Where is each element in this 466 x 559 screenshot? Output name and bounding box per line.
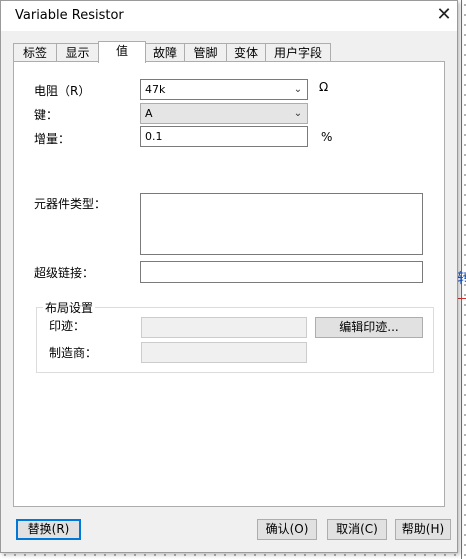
close-icon[interactable]: ✕ [433, 4, 455, 26]
title-bar: Variable Resistor ✕ [1, 1, 457, 31]
layout-settings-title: 布局设置 [43, 299, 96, 316]
key-combobox[interactable]: A ⌄ [140, 103, 308, 124]
value-tab-panel: 电阻（R） 47k ⌄ Ω 键： A ⌄ 增量： 0.1 % 元器件类型： 超级… [13, 61, 445, 507]
cancel-button[interactable]: 取消(C) [327, 519, 387, 540]
resistance-label: 电阻（R） [34, 84, 91, 98]
window-title: Variable Resistor [15, 8, 124, 23]
variable-resistor-dialog: Variable Resistor ✕ 标签 显示 值 故障 管脚 变体 用户字… [0, 0, 458, 553]
resistance-unit: Ω [319, 80, 329, 94]
tab-label[interactable]: 标签 [13, 43, 57, 61]
hyperlink-input[interactable] [140, 261, 423, 283]
tab-user-fields[interactable]: 用户字段 [265, 43, 331, 61]
manufacturer-input [141, 342, 307, 363]
increment-unit: % [321, 130, 333, 144]
chevron-down-icon[interactable]: ⌄ [291, 104, 305, 123]
hyperlink-label: 超级链接： [34, 266, 95, 280]
ok-button[interactable]: 确认(O) [257, 519, 317, 540]
key-label: 键： [34, 108, 59, 122]
replace-button[interactable]: 替换(R) [16, 519, 81, 540]
tab-display[interactable]: 显示 [56, 43, 99, 61]
tab-fault[interactable]: 故障 [145, 43, 185, 61]
increment-label: 增量： [34, 132, 71, 146]
component-type-label: 元器件类型： [34, 197, 107, 211]
layout-settings-group: 布局设置 印迹： 编辑印迹... 制造商： [36, 299, 434, 373]
help-button[interactable]: 帮助(H) [395, 519, 451, 540]
manufacturer-label: 制造商： [49, 346, 98, 360]
background-canvas-mark: 转 [457, 271, 466, 287]
tab-value[interactable]: 值 [98, 41, 146, 63]
footprint-label: 印迹： [49, 319, 86, 333]
chevron-down-icon[interactable]: ⌄ [291, 80, 305, 99]
tab-variant[interactable]: 变体 [226, 43, 266, 61]
key-value: A [145, 107, 153, 120]
resistance-value: 47k [145, 83, 166, 96]
tab-pins[interactable]: 管脚 [184, 43, 227, 61]
increment-input[interactable]: 0.1 [140, 126, 308, 147]
footprint-input [141, 317, 307, 338]
edit-footprint-button[interactable]: 编辑印迹... [315, 317, 423, 338]
component-type-textarea[interactable] [140, 193, 423, 255]
resistance-combobox[interactable]: 47k ⌄ [140, 79, 308, 100]
